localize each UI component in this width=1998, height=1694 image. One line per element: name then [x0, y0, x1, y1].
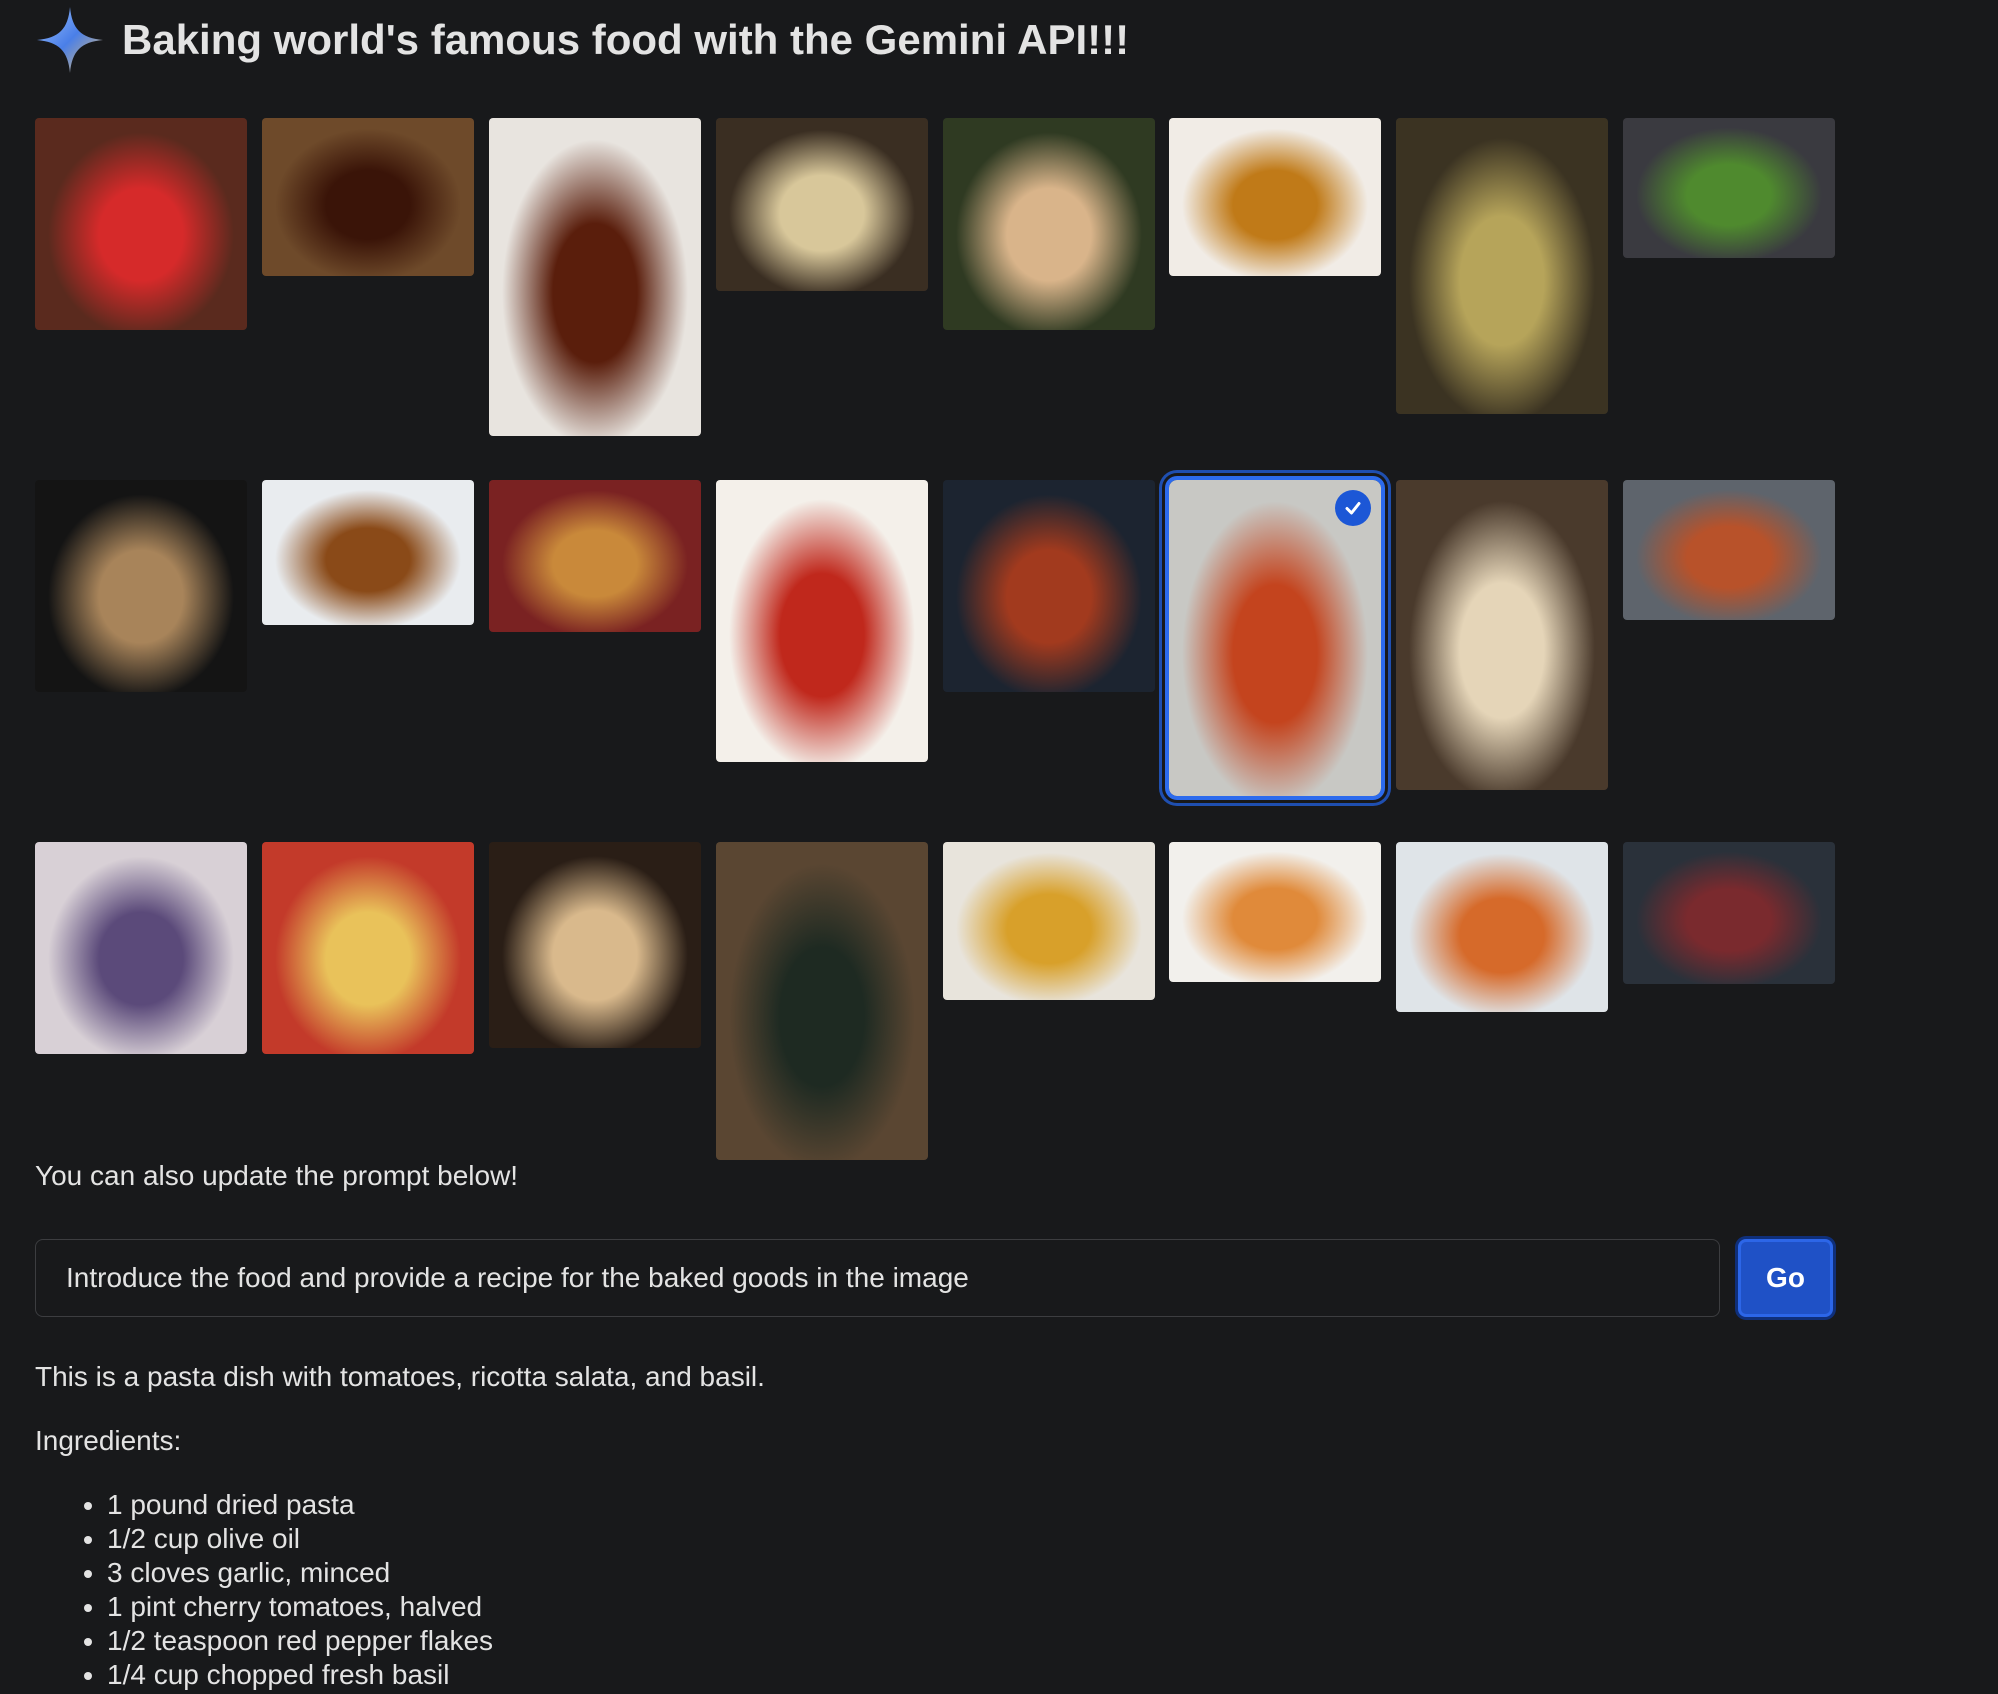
food-image-escargot[interactable] [943, 118, 1155, 330]
food-image-ramen[interactable] [489, 842, 701, 1048]
food-image-cheeseburger[interactable] [262, 480, 474, 625]
gemini-sparkle-icon [37, 7, 103, 73]
ingredient-item: 1/2 teaspoon red pepper flakes [107, 1624, 1735, 1658]
food-image-quesadillas[interactable] [262, 842, 474, 1054]
food-image-red-velvet-cupcake[interactable] [35, 118, 247, 330]
food-image-papaya-salad[interactable] [1169, 842, 1381, 982]
prompt-input[interactable] [64, 1261, 1691, 1295]
food-image-green-curry[interactable] [1396, 118, 1608, 414]
food-image-herb-crusted-steak[interactable] [716, 480, 928, 762]
app-header: Baking world's famous food with the Gemi… [35, 4, 1129, 76]
response-output: This is a pasta dish with tomatoes, rico… [35, 1360, 1735, 1692]
food-image-stir-fry-with-rice[interactable] [943, 480, 1155, 692]
ingredient-item: 1 pint cherry tomatoes, halved [107, 1590, 1735, 1624]
ingredients-list: 1 pound dried pasta1/2 cup olive oil3 cl… [35, 1488, 1735, 1692]
ingredient-item: 3 cloves garlic, minced [107, 1556, 1735, 1590]
ingredients-heading: Ingredients: [35, 1425, 182, 1456]
food-image-tom-yum-soup[interactable] [1396, 842, 1608, 1012]
food-image-sourdough-bread[interactable] [35, 480, 247, 692]
selected-check-icon [1335, 490, 1371, 526]
food-image-coq-au-vin[interactable] [489, 118, 701, 436]
go-button[interactable]: Go [1738, 1239, 1833, 1317]
food-image-seared-foie-gras[interactable] [1169, 118, 1381, 276]
food-image-hot-dogs[interactable] [489, 480, 701, 632]
food-image-spaghetti-pomodoro[interactable] [1165, 476, 1385, 800]
ingredient-item: 1/4 cup chopped fresh basil [107, 1658, 1735, 1692]
food-image-dim-sum[interactable] [716, 118, 928, 291]
food-image-peking-duck-wraps[interactable] [1396, 480, 1608, 790]
prompt-hint: You can also update the prompt below! [35, 1160, 519, 1191]
page-title: Baking world's famous food with the Gemi… [122, 16, 1130, 63]
ingredient-item: 1 pound dried pasta [107, 1488, 1735, 1522]
food-image-sushi-rolls[interactable] [716, 842, 928, 1160]
food-image-guacamole[interactable] [1623, 118, 1835, 258]
ingredient-item: 1/2 cup olive oil [107, 1522, 1735, 1556]
food-image-pizza[interactable] [1623, 480, 1835, 620]
prompt-field[interactable] [35, 1239, 1720, 1317]
response-intro: This is a pasta dish with tomatoes, rico… [35, 1361, 765, 1392]
food-image-barbecue-ribs[interactable] [262, 118, 474, 276]
food-image-tacos[interactable] [943, 842, 1155, 1000]
food-image-blueberry-scones[interactable] [35, 842, 247, 1054]
food-image-sliced-steak-salad[interactable] [1623, 842, 1835, 984]
